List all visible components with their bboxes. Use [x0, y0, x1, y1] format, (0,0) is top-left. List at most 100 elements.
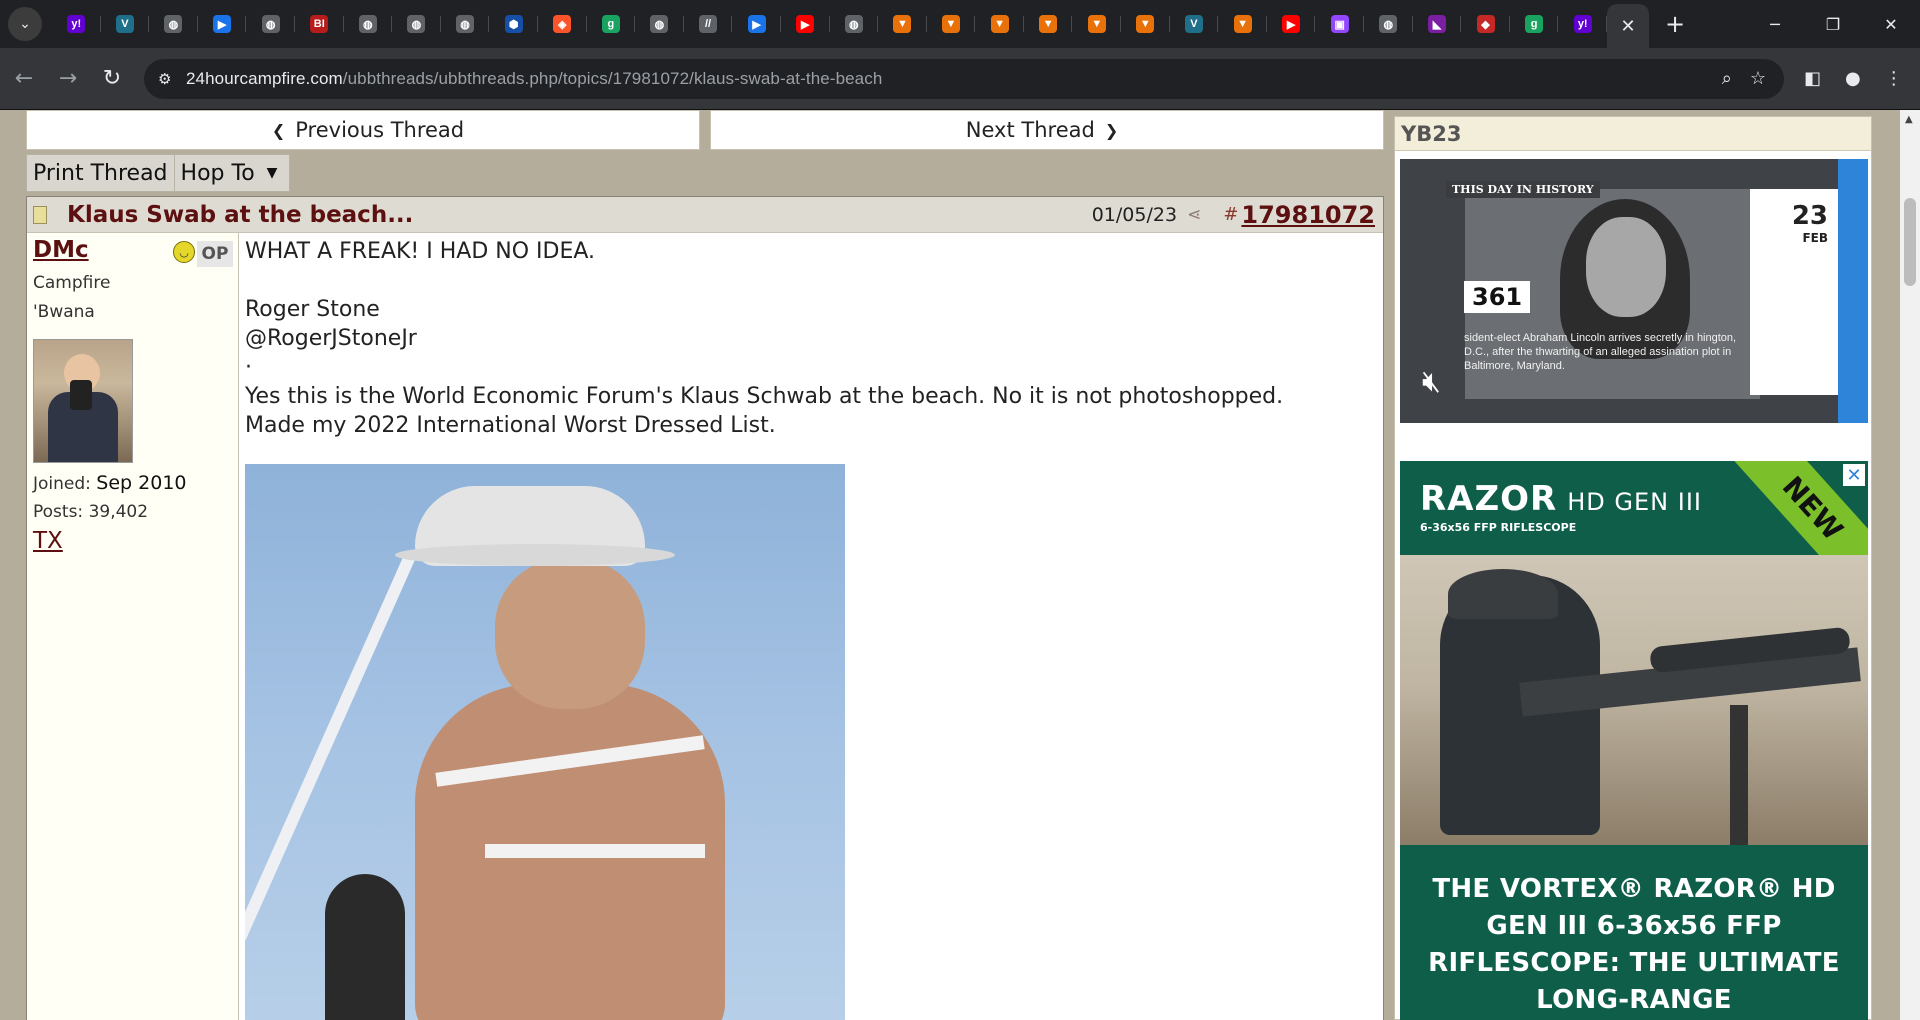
close-window-icon[interactable]: ✕	[1862, 0, 1920, 48]
hop-to-dropdown[interactable]: Hop To ▼	[175, 155, 290, 191]
previous-thread-link[interactable]: ❮ Previous Thread	[26, 110, 700, 150]
browser-tab[interactable]: g	[587, 4, 636, 44]
bookmark-star-icon[interactable]: ☆	[1750, 68, 1766, 89]
browser-tab[interactable]: V	[1170, 4, 1219, 44]
posts-value: 39,402	[88, 502, 149, 522]
bi-icon: BI	[310, 15, 329, 33]
message-line: Made my 2022 International Worst Dressed…	[245, 413, 776, 438]
profile-icon[interactable]: ●	[1845, 68, 1861, 89]
site-settings-icon[interactable]: ⚙	[158, 70, 186, 88]
next-thread-link[interactable]: Next Thread ❯	[710, 110, 1384, 150]
globe-icon: ◍	[358, 15, 377, 33]
scroll-up-icon[interactable]: ▲	[1905, 114, 1913, 125]
browser-tab[interactable]: ◍	[635, 4, 684, 44]
browser-tab[interactable]: ▼	[1121, 4, 1170, 44]
browser-tab[interactable]: y!	[1558, 4, 1607, 44]
close-tab-icon[interactable]: ✕	[1620, 16, 1635, 37]
browser-tab[interactable]: ▶	[781, 4, 830, 44]
share-icon[interactable]: ⋖	[1187, 205, 1201, 225]
minimize-icon[interactable]: ─	[1746, 0, 1804, 48]
more-menu-icon[interactable]: ⋮	[1885, 68, 1903, 89]
message-line: Roger Stone	[245, 297, 380, 322]
browser-tab[interactable]: ▼	[1024, 4, 1073, 44]
browser-tab[interactable]: V	[101, 4, 150, 44]
browser-tab[interactable]: ▶	[732, 4, 781, 44]
url-text[interactable]: 24hourcampfire.com/ubbthreads/ubbthreads…	[186, 69, 1722, 89]
browser-tab[interactable]: ◆	[1461, 4, 1510, 44]
browser-tab[interactable]: ▼	[1072, 4, 1121, 44]
muted-speaker-icon[interactable]: 🔇︎	[1422, 364, 1441, 399]
post-body: DMc ◡ OP Campfire 'Bwana Joined: Sep 201…	[27, 233, 1383, 1020]
chevron-left-icon: ❮	[271, 120, 286, 140]
post-title: Klaus Swab at the beach...	[67, 201, 414, 228]
forward-icon[interactable]: →	[48, 59, 88, 99]
browser-tab[interactable]: //	[684, 4, 733, 44]
message-line: @RogerJStoneJr	[245, 326, 417, 351]
history-date-card: 23 FEB	[1750, 189, 1838, 395]
chevron-right-icon: ❯	[1104, 120, 1119, 140]
thread-options: Print Thread Hop To ▼	[26, 154, 291, 192]
browser-tab[interactable]: ◍	[246, 4, 295, 44]
page-scrollbar[interactable]: ▲	[1900, 110, 1920, 1020]
browser-tab[interactable]: BI	[295, 4, 344, 44]
browser-tab[interactable]: ▶	[1267, 4, 1316, 44]
browser-tab[interactable]: ◈	[538, 4, 587, 44]
browser-tab[interactable]: y!	[52, 4, 101, 44]
reload-icon[interactable]: ↻	[92, 59, 132, 99]
browser-tabstrip: ⌄ y! V ◍ ▶ ◍ BI ◍ ◍ ◍ ⬢ ◈ g ◍ // ▶ ▶ ◍ ▼ ▼ ▼ ▼ ▼ ▼ V ▼ ▶ ▣ ◍ ◣ ◆ g y! ✕…	[0, 0, 1920, 48]
youtube-icon: ▶	[1282, 15, 1301, 33]
print-thread-button[interactable]: Print Thread	[27, 155, 175, 191]
address-bar[interactable]: ⚙ 24hourcampfire.com/ubbthreads/ubbthrea…	[144, 58, 1784, 99]
ad-brand: RAZOR	[1420, 479, 1558, 519]
globe-icon: ◍	[650, 15, 669, 33]
post-image[interactable]	[245, 464, 845, 1020]
browser-tab[interactable]: ◍	[441, 4, 490, 44]
brave-icon: ◈	[553, 15, 572, 33]
user-info: DMc ◡ OP Campfire 'Bwana Joined: Sep 201…	[27, 233, 239, 1020]
browser-tab[interactable]: ▣	[1315, 4, 1364, 44]
history-day: 23	[1791, 201, 1828, 231]
browser-tab[interactable]: g	[1510, 4, 1559, 44]
avatar[interactable]	[33, 339, 133, 463]
ad-image	[1400, 555, 1868, 845]
browser-tab[interactable]: ◍	[830, 4, 879, 44]
message-line: WHAT A FREAK! I HAD NO IDEA.	[245, 239, 596, 264]
history-video-widget[interactable]: THIS DAY IN HISTORY 361 sident-elect Abr…	[1400, 159, 1868, 423]
message-line: Yes this is the World Economic Forum's K…	[245, 384, 1284, 409]
sidebar-header: YB23	[1395, 117, 1871, 151]
user-title: Campfire 'Bwana	[33, 269, 238, 327]
shield-v-icon: V	[115, 15, 134, 33]
browser-tab[interactable]: ⬢	[489, 4, 538, 44]
tab-active[interactable]: ✕	[1607, 4, 1649, 48]
browser-tab[interactable]: ◍	[344, 4, 393, 44]
hexagon-icon: ⬢	[504, 15, 523, 33]
back-icon[interactable]: ←	[4, 59, 44, 99]
browser-tab[interactable]: ▶	[198, 4, 247, 44]
bookmark-icon: ▼	[1136, 15, 1155, 33]
zoom-icon[interactable]: ⌕	[1722, 68, 1732, 89]
browser-tab[interactable]: ◍	[149, 4, 198, 44]
scroll-thumb[interactable]	[1904, 198, 1916, 286]
riflescope-ad[interactable]: RAZOR HD GEN III 6-36x56 FFP RIFLESCOPE N…	[1400, 461, 1868, 1020]
globe-icon: ◍	[1379, 15, 1398, 33]
post-hash: #	[1223, 204, 1239, 225]
browser-tab[interactable]: ◣	[1413, 4, 1462, 44]
side-panel-icon[interactable]: ◧	[1804, 68, 1821, 89]
browser-toolbar: ← → ↻ ⚙ 24hourcampfire.com/ubbthreads/ub…	[0, 48, 1920, 110]
browser-tab[interactable]: ◍	[392, 4, 441, 44]
browser-tab[interactable]: ▼	[878, 4, 927, 44]
post-permalink[interactable]: 17981072	[1241, 201, 1375, 229]
browser-tab[interactable]: ◍	[1364, 4, 1413, 44]
print-thread-label: Print Thread	[33, 160, 168, 186]
user-location-link[interactable]: TX	[33, 528, 238, 554]
browser-tab[interactable]: ▼	[975, 4, 1024, 44]
thread-navigation: ❮ Previous Thread Next Thread ❯	[26, 110, 1384, 150]
restore-icon[interactable]: ❐	[1804, 0, 1862, 48]
forum-post: Klaus Swab at the beach... 01/05/23 ⋖ # …	[26, 196, 1384, 1020]
play-arrow-icon: ▶	[213, 15, 232, 33]
tab-search-chevron-icon[interactable]: ⌄	[8, 7, 42, 41]
ad-close-icon[interactable]: ✕	[1843, 464, 1865, 486]
browser-tab[interactable]: ▼	[1218, 4, 1267, 44]
new-tab-icon[interactable]: +	[1655, 10, 1695, 38]
browser-tab[interactable]: ▼	[927, 4, 976, 44]
